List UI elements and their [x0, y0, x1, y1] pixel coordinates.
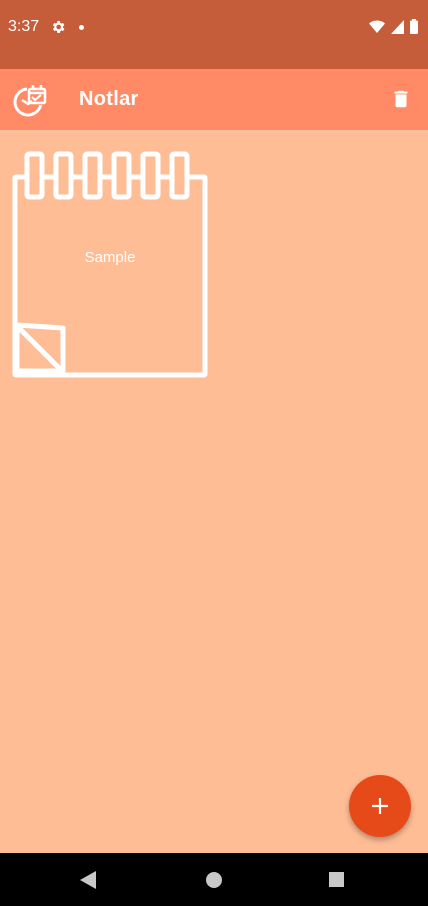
back-icon[interactable] — [80, 871, 96, 889]
plus-icon — [372, 798, 388, 814]
note-card[interactable]: Sample — [10, 148, 210, 380]
status-bar: 3:37 — [0, 0, 428, 69]
app-bar: Notlar — [0, 69, 428, 130]
wifi-icon — [369, 20, 385, 33]
status-indicators — [369, 19, 418, 34]
trash-icon[interactable] — [390, 88, 412, 110]
battery-icon — [410, 19, 418, 34]
home-icon[interactable] — [206, 872, 222, 888]
recents-icon[interactable] — [329, 872, 344, 887]
add-note-button[interactable] — [349, 775, 411, 837]
calendar-clock-icon — [13, 85, 47, 117]
status-time: 3:37 — [8, 18, 40, 35]
note-title: Sample — [84, 249, 136, 266]
gear-icon — [52, 21, 65, 33]
notification-dot — [79, 25, 84, 30]
signal-icon — [391, 19, 404, 34]
notes-list: Sample — [0, 130, 428, 853]
navigation-bar — [0, 853, 428, 906]
app-title: Notlar — [79, 88, 139, 110]
